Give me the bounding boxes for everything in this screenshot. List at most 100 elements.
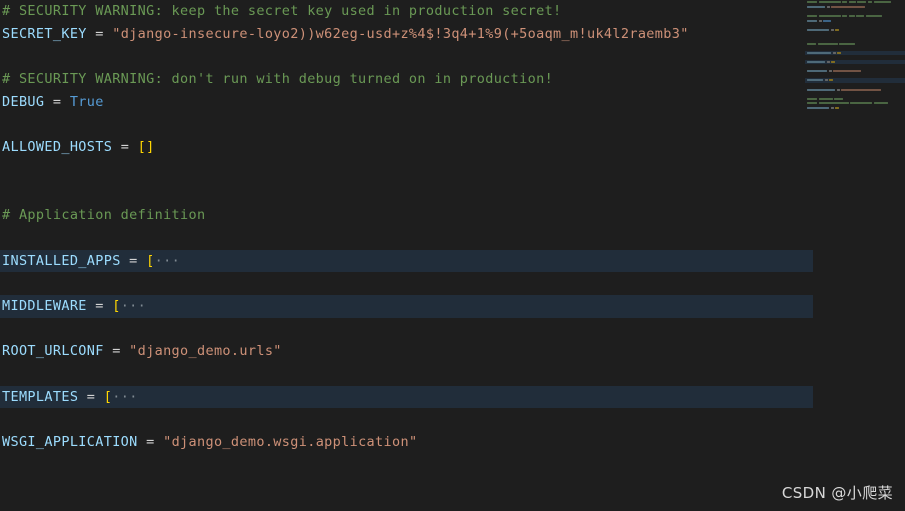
code-line-folded[interactable]: TEMPLATES = [···: [0, 385, 813, 409]
code-token: =: [86, 297, 113, 314]
code-token: INSTALLED_APPS: [2, 252, 121, 269]
minimap-token: [831, 5, 866, 8]
minimap-token: [830, 28, 834, 31]
minimap-token: [807, 97, 817, 100]
minimap-token: [833, 70, 862, 73]
code-line[interactable]: # Application definition: [0, 204, 905, 227]
minimap-token: [828, 70, 832, 73]
code-editor-content[interactable]: # SECURITY WARNING: keep the secret key …: [0, 0, 905, 511]
code-line[interactable]: # SECURITY WARNING: keep the secret key …: [0, 0, 905, 23]
code-token: SECRET_KEY: [2, 25, 87, 42]
code-token: ···: [154, 252, 181, 269]
code-token: TEMPLATES: [2, 388, 79, 405]
code-token: "django-insecure-loyo2))w62eg-usd+z%4$!3…: [112, 25, 689, 42]
minimap-token: [807, 70, 827, 73]
minimap-token: [818, 1, 841, 4]
minimap-token: [807, 5, 825, 8]
code-line[interactable]: SECRET_KEY = "django-insecure-loyo2))w62…: [0, 23, 905, 46]
minimap-token: [807, 15, 817, 18]
minimap-token: [807, 1, 817, 4]
code-token: # Application definition: [2, 207, 206, 224]
code-line[interactable]: [0, 227, 905, 250]
code-token: =: [112, 139, 138, 156]
minimap-token: [831, 60, 836, 64]
code-token: =: [137, 434, 164, 451]
code-line[interactable]: [0, 318, 905, 341]
minimap-token: [848, 1, 856, 4]
code-line[interactable]: [0, 363, 905, 386]
minimap-token: [807, 19, 817, 22]
code-token: "django_demo.urls": [129, 343, 282, 360]
code-token: DEBUG: [2, 93, 45, 110]
vscode-editor-window: # SECURITY WARNING: keep the secret key …: [0, 0, 905, 511]
code-token: =: [120, 252, 147, 269]
minimap-token: [857, 1, 867, 4]
code-line[interactable]: WSGI_APPLICATION = "django_demo.wsgi.app…: [0, 431, 905, 454]
editor-minimap[interactable]: [805, 0, 905, 115]
code-line-folded[interactable]: MIDDLEWARE = [···: [0, 294, 813, 318]
minimap-token: [807, 28, 829, 31]
minimap-token: [818, 15, 841, 18]
code-token: [: [112, 297, 121, 314]
minimap-token: [850, 102, 873, 105]
minimap-token: [834, 97, 844, 100]
code-line[interactable]: [0, 182, 905, 205]
code-line[interactable]: ALLOWED_HOSTS = []: [0, 136, 905, 159]
minimap-token: [823, 19, 832, 22]
minimap-token: [829, 79, 834, 82]
code-token: =: [86, 25, 113, 42]
minimap-token: [818, 102, 849, 105]
minimap-token: [837, 51, 842, 54]
minimap-token: [865, 15, 882, 18]
minimap-token: [835, 28, 840, 31]
code-line[interactable]: [0, 113, 905, 136]
code-line[interactable]: ROOT_URLCONF = "django_demo.urls": [0, 340, 905, 363]
minimap-token: [842, 1, 848, 4]
code-line[interactable]: [0, 408, 905, 431]
minimap-token: [841, 88, 882, 91]
code-token: =: [44, 93, 70, 110]
code-token: =: [103, 343, 130, 360]
minimap-token: [817, 42, 838, 45]
minimap-token: [818, 97, 833, 100]
minimap-token: [832, 51, 836, 54]
code-token: True: [69, 93, 104, 110]
minimap-token: [807, 60, 825, 64]
code-token: []: [137, 139, 155, 156]
minimap-token: [873, 102, 888, 105]
minimap-token: [818, 19, 822, 22]
minimap-token: [807, 79, 823, 82]
minimap-token: [848, 15, 855, 18]
code-line[interactable]: [0, 45, 905, 68]
code-token: ROOT_URLCONF: [2, 343, 104, 360]
code-token: WSGI_APPLICATION: [2, 434, 138, 451]
code-token: "django_demo.wsgi.application": [163, 434, 418, 451]
minimap-token: [856, 15, 865, 18]
code-token: ···: [120, 297, 147, 314]
code-token: ALLOWED_HOSTS: [2, 139, 113, 156]
minimap-token: [835, 106, 840, 109]
code-token: # SECURITY WARNING: don't run with debug…: [2, 71, 554, 88]
code-token: =: [78, 388, 104, 405]
code-line[interactable]: [0, 159, 905, 182]
minimap-token: [807, 106, 829, 109]
code-token: MIDDLEWARE: [2, 297, 87, 314]
minimap-token: [824, 79, 828, 82]
minimap-token: [807, 51, 831, 54]
code-token: ···: [112, 388, 138, 405]
code-line[interactable]: [0, 272, 905, 295]
minimap-token: [873, 1, 891, 4]
minimap-token: [830, 106, 834, 109]
minimap-token: [807, 102, 817, 105]
minimap-token: [826, 60, 830, 64]
minimap-token: [842, 15, 848, 18]
code-line-folded[interactable]: INSTALLED_APPS = [···: [0, 249, 813, 273]
minimap-token: [807, 88, 835, 91]
code-token: [: [146, 252, 155, 269]
code-line[interactable]: # SECURITY WARNING: don't run with debug…: [0, 68, 905, 91]
minimap-token: [839, 42, 856, 45]
minimap-token: [836, 88, 840, 91]
code-token: [: [103, 388, 113, 405]
code-line[interactable]: DEBUG = True: [0, 91, 905, 114]
minimap-token: [807, 42, 816, 45]
